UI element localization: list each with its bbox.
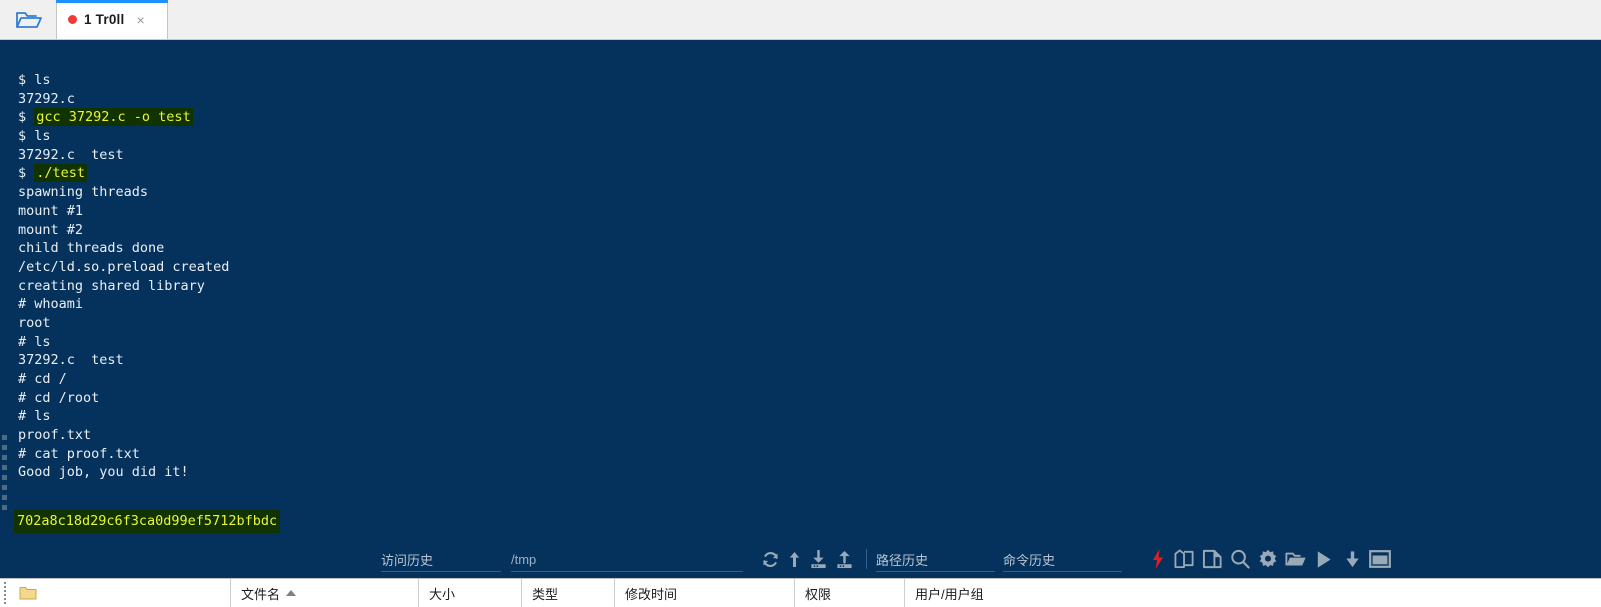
tab-tr0ll[interactable]: 1 Tr0ll × (56, 0, 168, 39)
command-history-field[interactable]: 命令历史 (1003, 546, 1122, 572)
path-input[interactable]: /tmp (511, 546, 743, 572)
terminal-line: # whoami (18, 296, 84, 313)
column-label-owner: 用户/用户组 (915, 586, 984, 602)
paste-icon[interactable] (1198, 546, 1226, 572)
copy-icon[interactable] (1170, 546, 1198, 572)
terminal-line: # cd /root (18, 389, 100, 406)
path-history-label: 路径历史 (876, 552, 929, 568)
terminal-line: proof.txt (18, 427, 92, 444)
command-history-label: 命令历史 (1003, 552, 1056, 568)
sort-ascending-icon (286, 590, 297, 596)
terminal-line: Good job, you did it! (18, 464, 189, 481)
terminal-line: $ gcc 37292.c -o test (18, 108, 229, 127)
terminal-line: child threads done (18, 240, 165, 257)
upload-file-icon[interactable] (831, 546, 857, 572)
panel-resize-handle[interactable] (0, 579, 9, 607)
path-value: /tmp (511, 551, 537, 567)
file-browser-header: 文件名 大小 类型 修改时间 权限 用户/用户组 (0, 578, 1601, 607)
path-history-field[interactable]: 路径历史 (876, 546, 995, 572)
gear-icon[interactable] (1254, 546, 1282, 572)
terminal-line: # cat proof.txt (18, 445, 140, 462)
column-label-size: 大小 (429, 586, 456, 602)
terminal-line: 37292.c (18, 90, 75, 107)
terminal-output-area[interactable]: $ ls 37292.c $ gcc 37292.c -o test $ ls 3729… (0, 40, 1601, 540)
terminal-line: mount #2 (18, 221, 84, 238)
terminal-client-window: 1 Tr0ll × $ ls 37292.c $ gcc 37292.c -o te… (0, 0, 1601, 607)
bottom-toolbar: 访问历史 /tmp 路径历史 命令历史 (0, 540, 1601, 578)
folder-icon (19, 587, 37, 600)
terminal-highlighted-command: gcc 37292.c -o test (34, 108, 193, 127)
terminal-line: spawning threads (18, 184, 149, 201)
terminal-line: $ ls (18, 128, 51, 145)
tab-title: 1 Tr0ll (84, 12, 125, 27)
terminal-line: $ ls (18, 72, 51, 88)
lightning-bolt-icon[interactable] (1146, 546, 1170, 572)
terminal-line: # cd / (18, 371, 67, 387)
terminal-line: 37292.c test (18, 352, 124, 369)
close-icon[interactable]: × (136, 13, 144, 27)
access-history-label: 访问历史 (381, 552, 434, 568)
window-icon[interactable] (1366, 546, 1394, 572)
column-header-size[interactable]: 大小 (419, 578, 522, 607)
download-file-icon[interactable] (805, 546, 831, 572)
terminal-prompt: $ (18, 109, 35, 126)
toolbar-divider (866, 549, 867, 569)
column-header-filename[interactable]: 文件名 (231, 578, 419, 607)
search-icon[interactable] (1226, 546, 1254, 572)
terminal-line: # ls (18, 408, 51, 425)
terminal-hash-output: 702a8c18d29c6f3ca0d99ef5712bfbdc (14, 510, 281, 533)
upload-arrow-icon[interactable] (783, 546, 805, 572)
play-icon[interactable] (1310, 546, 1338, 572)
terminal-line: /etc/ld.so.preload created (18, 258, 230, 275)
terminal-scrollbar[interactable] (2, 435, 8, 517)
terminal-highlighted-command: ./test (34, 164, 88, 183)
refresh-icon[interactable] (757, 546, 783, 572)
download-icon[interactable] (1338, 546, 1366, 572)
terminal-line: mount #1 (18, 202, 84, 219)
column-label-filename: 文件名 (241, 586, 281, 602)
column-label-type: 类型 (532, 586, 559, 602)
tab-bar: 1 Tr0ll × (0, 0, 1601, 40)
column-header-type[interactable]: 类型 (522, 578, 615, 607)
column-header-permissions[interactable]: 权限 (795, 578, 905, 607)
column-header-modified[interactable]: 修改时间 (615, 578, 795, 607)
terminal-line: root (18, 314, 51, 331)
tab-status-dot (68, 15, 77, 24)
terminal-line: creating shared library (18, 277, 205, 294)
column-header-owner[interactable]: 用户/用户组 (905, 579, 1065, 607)
access-history-field[interactable]: 访问历史 (381, 546, 501, 572)
file-tree-cell[interactable] (9, 578, 231, 607)
terminal-line: # ls (18, 333, 51, 350)
terminal-line: 37292.c test (18, 146, 124, 163)
terminal-text: $ ls 37292.c $ gcc 37292.c -o test $ ls 3729… (18, 71, 229, 482)
column-label-permissions: 权限 (805, 586, 832, 602)
terminal-prompt: $ (18, 165, 35, 182)
open-folder-icon[interactable] (1282, 546, 1310, 572)
column-label-modified: 修改时间 (625, 586, 678, 602)
open-folder-icon[interactable] (0, 0, 56, 39)
terminal-line: $ ./test (18, 164, 229, 183)
